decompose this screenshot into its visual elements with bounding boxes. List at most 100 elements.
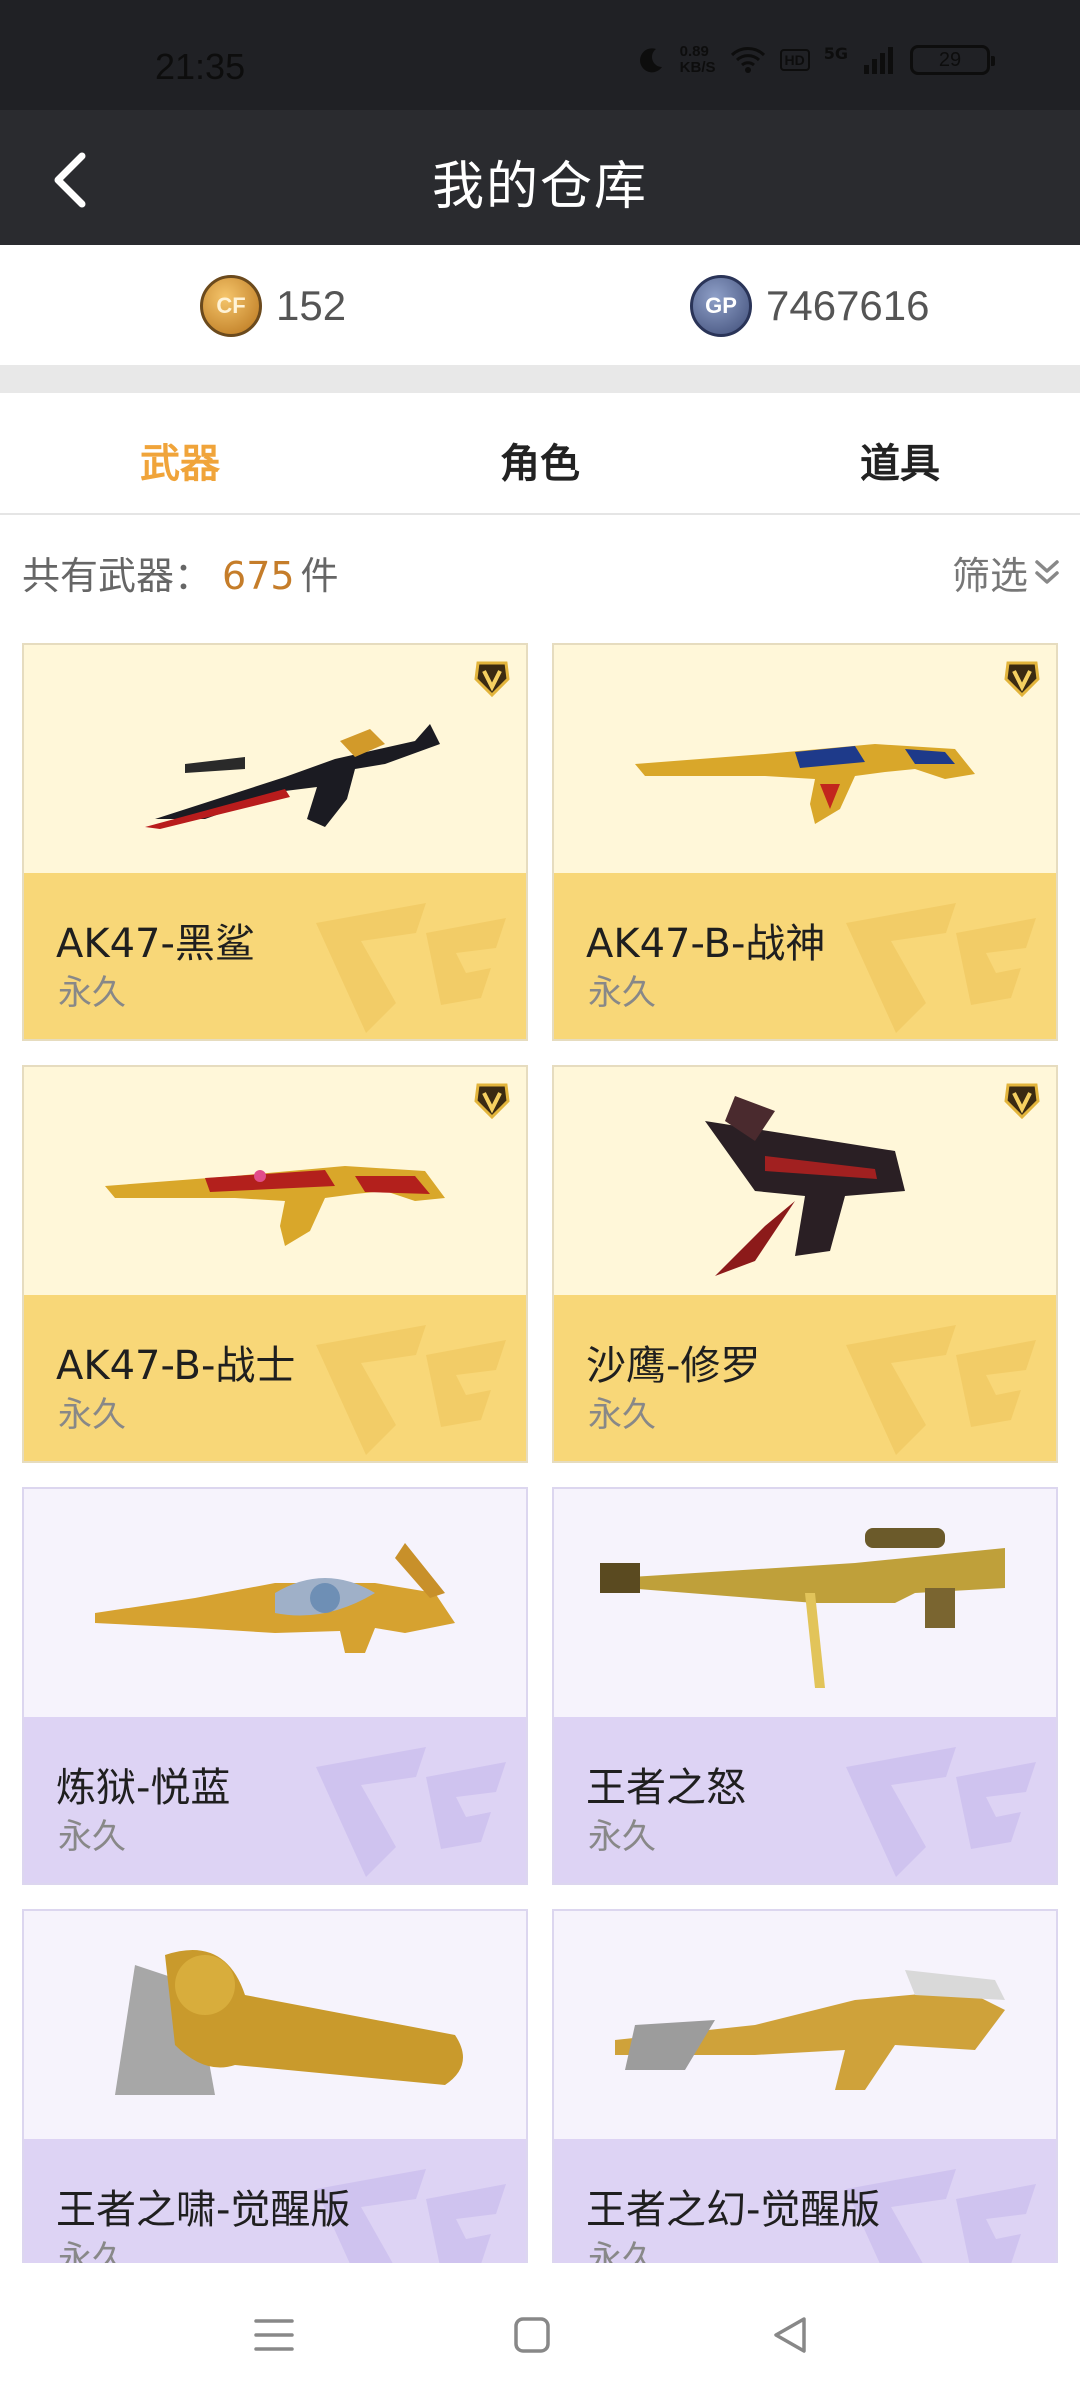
weapon-image xyxy=(24,1067,526,1295)
cf-points-value: 152 xyxy=(276,282,347,329)
weapon-name: AK47-B-战神 xyxy=(586,921,826,967)
weapon-name: 王者之啸-觉醒版 xyxy=(56,2187,351,2233)
menu-icon xyxy=(254,2319,294,2351)
gp-coin-icon: GP xyxy=(690,275,752,337)
weapon-image xyxy=(554,1911,1056,2139)
weapon-info: 炼狱-悦蓝 永久 xyxy=(24,1717,526,1883)
moon-icon xyxy=(639,48,662,73)
status-bar: 21:35 0.89 KB/S HD 5G 29 xyxy=(0,0,1080,110)
cf-logo-watermark xyxy=(846,1325,1036,1455)
weapon-name: 王者之怒 xyxy=(586,1765,746,1811)
double-chevron-down-icon xyxy=(1035,559,1059,584)
cf-logo-watermark xyxy=(316,1747,506,1877)
weapon-image xyxy=(554,645,1056,873)
weapon-count: 共有武器： 675 件 xyxy=(22,545,339,600)
rifle-icon xyxy=(635,744,975,824)
network-type: 5G xyxy=(823,44,848,63)
gp-points-value: 7467616 xyxy=(766,282,930,329)
tab-characters[interactable]: 角色 xyxy=(430,431,650,489)
weapon-count-value: 675 xyxy=(222,554,295,598)
weapon-count-label: 共有武器： xyxy=(22,554,213,598)
gp-points: GP 7467616 xyxy=(690,275,930,337)
tab-items[interactable]: 道具 xyxy=(790,431,1010,489)
weapon-card[interactable]: 沙鹰-修罗 永久 xyxy=(552,1065,1058,1463)
section-divider xyxy=(0,365,1080,393)
weapon-duration: 永久 xyxy=(588,1817,656,1857)
vip-badge-icon xyxy=(1004,661,1040,698)
weapon-name: 炼狱-悦蓝 xyxy=(56,1765,231,1811)
weapon-image xyxy=(554,1067,1056,1295)
weapon-duration: 永久 xyxy=(58,1395,126,1435)
weapon-card[interactable]: AK47-B-战士 永久 xyxy=(22,1065,528,1463)
weapon-name: AK47-B-战士 xyxy=(56,1343,296,1389)
weapon-duration: 永久 xyxy=(58,973,126,1013)
weapon-image xyxy=(24,645,526,873)
weapon-name: AK47-黑鲨 xyxy=(56,921,255,967)
weapon-image xyxy=(24,1489,526,1717)
rifle-icon xyxy=(145,724,440,829)
weapon-duration: 永久 xyxy=(58,1817,126,1857)
weapon-duration: 永久 xyxy=(588,973,656,1013)
battery-indicator: 29 xyxy=(910,45,995,75)
currency-bar: CF 152 GP 7467616 xyxy=(0,245,1080,365)
weapon-duration: 永久 xyxy=(58,2239,126,2263)
weapon-image xyxy=(554,1489,1056,1717)
square-icon xyxy=(514,2317,550,2353)
sniper-rifle-icon xyxy=(600,1528,1005,1688)
weapon-count-unit: 件 xyxy=(300,554,339,598)
weapon-info: 王者之啸-觉醒版 永久 xyxy=(24,2139,526,2263)
weapon-card[interactable]: AK47-黑鲨 永久 xyxy=(22,643,528,1041)
cf-coin-icon: CF xyxy=(200,275,262,337)
weapon-name: 沙鹰-修罗 xyxy=(586,1343,761,1389)
weapon-info: AK47-B-战神 永久 xyxy=(554,873,1056,1039)
wifi-icon xyxy=(730,47,765,73)
weapon-grid: AK47-黑鲨 永久 AK47-B-战神 永久 AK47-B-战士 永久 沙鹰-… xyxy=(22,643,1058,2263)
net-speed: 0.89 KB/S xyxy=(680,44,716,76)
weapon-card[interactable]: 王者之幻-觉醒版 永久 xyxy=(552,1909,1058,2263)
page-title: 我的仓库 xyxy=(431,157,648,217)
net-speed-value: 0.89 xyxy=(679,43,709,60)
weapon-card[interactable]: 王者之怒 永久 xyxy=(552,1487,1058,1885)
vip-badge-icon xyxy=(474,1083,510,1120)
weapon-card[interactable]: 炼狱-悦蓝 永久 xyxy=(22,1487,528,1885)
dragon-gun-icon xyxy=(95,1543,455,1653)
cf-logo-watermark xyxy=(316,903,506,1033)
menu-button[interactable] xyxy=(244,2305,304,2365)
home-button[interactable] xyxy=(502,2305,562,2365)
battery-level: 29 xyxy=(938,48,962,71)
cf-logo-watermark xyxy=(316,1325,506,1455)
cf-logo-watermark xyxy=(846,903,1036,1033)
triangle-back-icon xyxy=(774,2317,806,2353)
axe-icon xyxy=(115,1950,463,2095)
cf-points: CF 152 xyxy=(200,275,346,337)
tab-weapons[interactable]: 武器 xyxy=(70,431,290,489)
vip-badge-icon xyxy=(474,661,510,698)
status-time: 21:35 xyxy=(155,46,246,87)
weapon-duration: 永久 xyxy=(588,1395,656,1435)
weapon-name: 王者之幻-觉醒版 xyxy=(586,2187,881,2233)
cf-logo-watermark xyxy=(846,1747,1036,1877)
signal-icon xyxy=(864,47,893,74)
weapon-card[interactable]: AK47-B-战神 永久 xyxy=(552,643,1058,1041)
status-icons: 0.89 KB/S HD 5G 29 xyxy=(636,44,995,76)
weapon-info: 王者之怒 永久 xyxy=(554,1717,1056,1883)
pistol-icon xyxy=(705,1096,905,1276)
weapon-info: 王者之幻-觉醒版 永久 xyxy=(554,2139,1056,2263)
filter-button[interactable]: 筛选 xyxy=(952,545,1060,600)
category-tabs: 武器 角色 道具 xyxy=(0,393,1080,515)
hd-badge: HD xyxy=(779,49,810,71)
vip-badge-icon xyxy=(1004,1083,1040,1120)
header: 我的仓库 xyxy=(0,110,1080,245)
weapon-image xyxy=(24,1911,526,2139)
rifle-icon xyxy=(615,1970,1005,2090)
weapon-info: 沙鹰-修罗 永久 xyxy=(554,1295,1056,1461)
weapon-info: AK47-黑鲨 永久 xyxy=(24,873,526,1039)
back-nav-button[interactable] xyxy=(760,2305,820,2365)
weapon-duration: 永久 xyxy=(588,2239,656,2263)
net-speed-unit: KB/S xyxy=(679,59,716,76)
system-nav-bar xyxy=(0,2265,1080,2400)
weapon-info: AK47-B-战士 永久 xyxy=(24,1295,526,1461)
rifle-icon xyxy=(105,1166,445,1246)
weapon-card[interactable]: 王者之啸-觉醒版 永久 xyxy=(22,1909,528,2263)
filter-label: 筛选 xyxy=(951,554,1028,598)
